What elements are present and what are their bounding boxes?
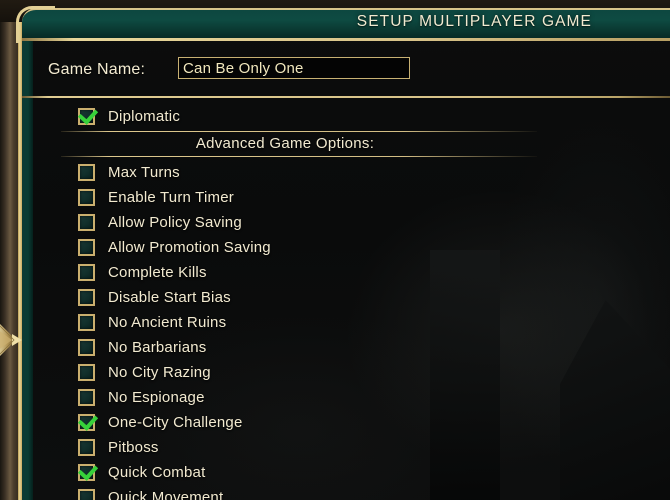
- section-title: Advanced Game Options:: [195, 135, 375, 152]
- option-label: Quick Movement: [108, 489, 224, 500]
- option-row[interactable]: No Espionage: [33, 385, 670, 410]
- checkbox-unchecked-icon[interactable]: [78, 189, 95, 206]
- game-name-input[interactable]: Can Be Only One: [178, 57, 410, 79]
- option-label: Enable Turn Timer: [108, 189, 234, 206]
- option-row[interactable]: One-City Challenge: [33, 410, 670, 435]
- option-row[interactable]: Complete Kills: [33, 260, 670, 285]
- checkbox-unchecked-icon[interactable]: [78, 264, 95, 281]
- game-name-value: Can Be Only One: [183, 59, 304, 77]
- checkbox-unchecked-icon[interactable]: [78, 314, 95, 331]
- checkbox-unchecked-icon[interactable]: [78, 364, 95, 381]
- section-divider-top: [22, 96, 670, 98]
- option-label: Pitboss: [108, 439, 159, 456]
- option-label: Allow Promotion Saving: [108, 239, 271, 256]
- option-row[interactable]: Diplomatic: [33, 103, 670, 130]
- option-label: Quick Combat: [108, 464, 206, 481]
- option-row[interactable]: Disable Start Bias: [33, 285, 670, 310]
- title-bar-underline: [22, 38, 670, 41]
- checkbox-unchecked-icon[interactable]: [78, 439, 95, 456]
- setup-multiplayer-game-window: SETUP MULTIPLAYER GAME Game Name: Can Be…: [0, 0, 670, 500]
- settings-panel: Game Name: Can Be Only One Diplomatic Adv…: [22, 41, 670, 500]
- option-row[interactable]: No Barbarians: [33, 335, 670, 360]
- option-label: One-City Challenge: [108, 414, 243, 431]
- option-row[interactable]: Quick Movement: [33, 485, 670, 500]
- window-frame-left-teal-strip: [22, 0, 33, 500]
- checkbox-unchecked-icon[interactable]: [78, 239, 95, 256]
- checkbox-checked-icon[interactable]: [78, 414, 95, 431]
- game-options-list: Diplomatic Advanced Game Options: Max Turn…: [33, 103, 670, 500]
- window-frame-left-gold-trim: [18, 0, 22, 500]
- checkbox-unchecked-icon[interactable]: [78, 164, 95, 181]
- option-row[interactable]: No City Razing: [33, 360, 670, 385]
- page-title: SETUP MULTIPLAYER GAME: [356, 13, 592, 30]
- checkbox-unchecked-icon[interactable]: [78, 214, 95, 231]
- checkbox-unchecked-icon[interactable]: [78, 339, 95, 356]
- option-label: No Ancient Ruins: [108, 314, 227, 331]
- option-label: Max Turns: [108, 164, 180, 181]
- option-label: Disable Start Bias: [108, 289, 231, 306]
- option-row[interactable]: Allow Policy Saving: [33, 210, 670, 235]
- option-label: Diplomatic: [108, 108, 181, 125]
- option-label: No City Razing: [108, 364, 211, 381]
- game-name-label: Game Name:: [48, 61, 146, 78]
- section-rule-top: [61, 131, 537, 132]
- option-row[interactable]: Quick Combat: [33, 460, 670, 485]
- option-row[interactable]: Allow Promotion Saving: [33, 235, 670, 260]
- option-label: Allow Policy Saving: [108, 214, 242, 231]
- checkbox-checked-icon[interactable]: [78, 464, 95, 481]
- option-row[interactable]: Max Turns: [33, 160, 670, 185]
- option-row[interactable]: No Ancient Ruins: [33, 310, 670, 335]
- checkbox-unchecked-icon[interactable]: [78, 289, 95, 306]
- option-row[interactable]: Pitboss: [33, 435, 670, 460]
- option-label: No Barbarians: [108, 339, 207, 356]
- option-label: Complete Kills: [108, 264, 207, 281]
- checkbox-unchecked-icon[interactable]: [78, 389, 95, 406]
- checkbox-checked-icon[interactable]: [78, 108, 95, 125]
- fan-ornament-icon: [0, 310, 24, 376]
- option-label: No Espionage: [108, 389, 205, 406]
- game-name-row: Game Name: Can Be Only One: [33, 54, 670, 90]
- section-rule-bottom: [61, 156, 537, 157]
- advanced-options-header: Advanced Game Options:: [33, 130, 670, 160]
- checkbox-unchecked-icon[interactable]: [78, 489, 95, 500]
- option-row[interactable]: Enable Turn Timer: [33, 185, 670, 210]
